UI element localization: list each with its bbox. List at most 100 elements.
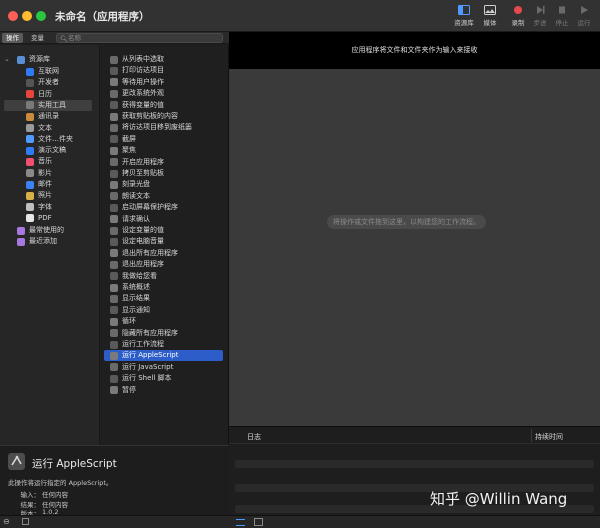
- sidebar-item-1[interactable]: 开发者: [4, 77, 92, 88]
- list-item[interactable]: 设定电脑音量: [104, 236, 223, 247]
- tab-variables[interactable]: 变量: [27, 33, 48, 43]
- category-icon: [26, 157, 34, 166]
- category-icon: [26, 101, 34, 110]
- list-item[interactable]: 系统概述: [104, 282, 223, 293]
- action-icon: [110, 306, 118, 315]
- library-bottom-bar: ⊖: [0, 515, 229, 528]
- list-item[interactable]: 运行 AppleScript: [104, 350, 223, 362]
- sidebar-item-3[interactable]: 实用工具: [4, 99, 92, 111]
- sidebar-icon: [458, 5, 470, 15]
- list-item[interactable]: 显示通知: [104, 305, 223, 316]
- list-item[interactable]: 设定变量的值: [104, 225, 223, 236]
- action-icon: [110, 192, 118, 201]
- search-input[interactable]: [68, 34, 218, 42]
- list-item[interactable]: 请求确认: [104, 214, 223, 225]
- list-item[interactable]: 我做给您看: [104, 271, 223, 282]
- list-item[interactable]: 显示结果: [104, 293, 223, 304]
- list-item[interactable]: 启动屏幕保护程序: [104, 202, 223, 213]
- category-icon: [26, 112, 34, 121]
- category-icon: [26, 135, 34, 144]
- category-icon: [26, 203, 34, 212]
- action-icon: [110, 146, 118, 155]
- action-icon: [110, 169, 118, 178]
- recently-added-folder[interactable]: 最近添加: [4, 236, 92, 247]
- action-icon: [110, 215, 118, 224]
- sidebar-item-7[interactable]: 演示文稿: [4, 145, 92, 156]
- description-summary: 此操作将运行指定的 AppleScript。: [8, 479, 113, 487]
- sidebar-item-4[interactable]: 通讯录: [4, 111, 92, 122]
- list-item[interactable]: 循环: [104, 316, 223, 327]
- list-item[interactable]: 等待用户操作: [104, 77, 223, 88]
- list-item[interactable]: 从列表中选取: [104, 54, 223, 65]
- media-button[interactable]: 媒体: [475, 5, 505, 30]
- workflow-header: 应用程序将文件和文件夹作为输入来接收: [229, 32, 600, 69]
- list-item[interactable]: 刻录光盘: [104, 179, 223, 190]
- list-item[interactable]: 运行工作流程: [104, 339, 223, 350]
- list-item[interactable]: 截屏: [104, 134, 223, 145]
- sidebar-item-2[interactable]: 日历: [4, 89, 92, 100]
- list-view-icon[interactable]: [236, 519, 245, 526]
- column-divider: [531, 429, 532, 442]
- search-field[interactable]: 🔍︎: [56, 33, 223, 43]
- list-item[interactable]: 暂停: [104, 385, 223, 396]
- list-item[interactable]: 运行 JavaScript: [104, 362, 223, 373]
- sidebar-item-9[interactable]: 影片: [4, 168, 92, 179]
- input-label: 输入：: [20, 491, 41, 499]
- title-bar: 未命名（应用程序） 资源库 媒体 录制 步进 停止 运行: [0, 0, 600, 32]
- zoom-window-button[interactable]: [36, 11, 46, 21]
- action-icon: [110, 363, 118, 372]
- most-used-folder[interactable]: 最常使用的: [4, 225, 92, 236]
- minimize-window-button[interactable]: [22, 11, 32, 21]
- list-item[interactable]: 打印访达项目: [104, 65, 223, 76]
- list-item[interactable]: 获取剪贴板的内容: [104, 111, 223, 122]
- action-icon: [110, 351, 118, 360]
- list-item[interactable]: 将访达项目移到废纸篓: [104, 122, 223, 133]
- list-item[interactable]: 开启应用程序: [104, 157, 223, 168]
- sidebar-item-0[interactable]: 互联网: [4, 66, 92, 77]
- description-title: 运行 AppleScript: [32, 458, 117, 470]
- library-root[interactable]: 资源库 ⌄: [4, 54, 92, 65]
- applescript-icon: [8, 453, 25, 470]
- sidebar-item-6[interactable]: 文件…件夹: [4, 134, 92, 145]
- sidebar-item-8[interactable]: 音乐: [4, 156, 92, 167]
- action-menu-icon[interactable]: ⊖: [3, 517, 10, 526]
- duration-column-header[interactable]: 持续时间: [535, 432, 563, 442]
- sidebar-item-12[interactable]: 字体: [4, 202, 92, 213]
- step-icon: [537, 6, 545, 14]
- sidebar-item-11[interactable]: 照片: [4, 190, 92, 201]
- category-icon: [26, 124, 34, 132]
- list-item[interactable]: 获得变量的值: [104, 100, 223, 111]
- list-item[interactable]: 拷贝至剪贴板: [104, 168, 223, 179]
- action-icon: [110, 158, 118, 167]
- disclosure-icon[interactable]: ⌄: [4, 54, 10, 65]
- run-button[interactable]: 运行: [569, 5, 599, 30]
- action-icon: [110, 203, 118, 212]
- category-icon: [26, 169, 34, 178]
- description-toggle-icon[interactable]: [22, 518, 29, 525]
- list-item[interactable]: 退出所有应用程序: [104, 248, 223, 259]
- list-item[interactable]: 朗读文本: [104, 191, 223, 202]
- window-title: 未命名（应用程序）: [55, 11, 150, 23]
- sidebar-item-10[interactable]: 邮件: [4, 179, 92, 190]
- log-column-header[interactable]: 日志: [247, 432, 261, 442]
- list-item[interactable]: 聚焦: [104, 145, 223, 156]
- workflow-drop-hint: 将操作或文件拖到这里，以构建您的工作流程。: [327, 215, 486, 229]
- category-icon: [26, 191, 34, 200]
- action-icon: [110, 237, 118, 246]
- list-item[interactable]: 更改系统外观: [104, 88, 223, 99]
- list-item[interactable]: 退出应用程序: [104, 259, 223, 270]
- workflow-canvas[interactable]: 将操作或文件拖到这里，以构建您的工作流程。: [229, 69, 600, 426]
- action-icon: [110, 249, 118, 258]
- close-window-button[interactable]: [8, 11, 18, 21]
- category-icon: [26, 180, 34, 189]
- action-icon: [110, 226, 118, 235]
- list-item[interactable]: 运行 Shell 脚本: [104, 373, 223, 384]
- action-icon: [110, 101, 118, 110]
- action-icon: [110, 135, 118, 144]
- list-item[interactable]: 隐藏所有应用程序: [104, 328, 223, 339]
- sidebar-item-5[interactable]: 文本: [4, 123, 92, 134]
- action-icon: [110, 112, 118, 121]
- sidebar-item-13[interactable]: PDF: [4, 213, 92, 224]
- flow-view-icon[interactable]: [254, 518, 263, 526]
- tab-actions[interactable]: 操作: [2, 33, 23, 43]
